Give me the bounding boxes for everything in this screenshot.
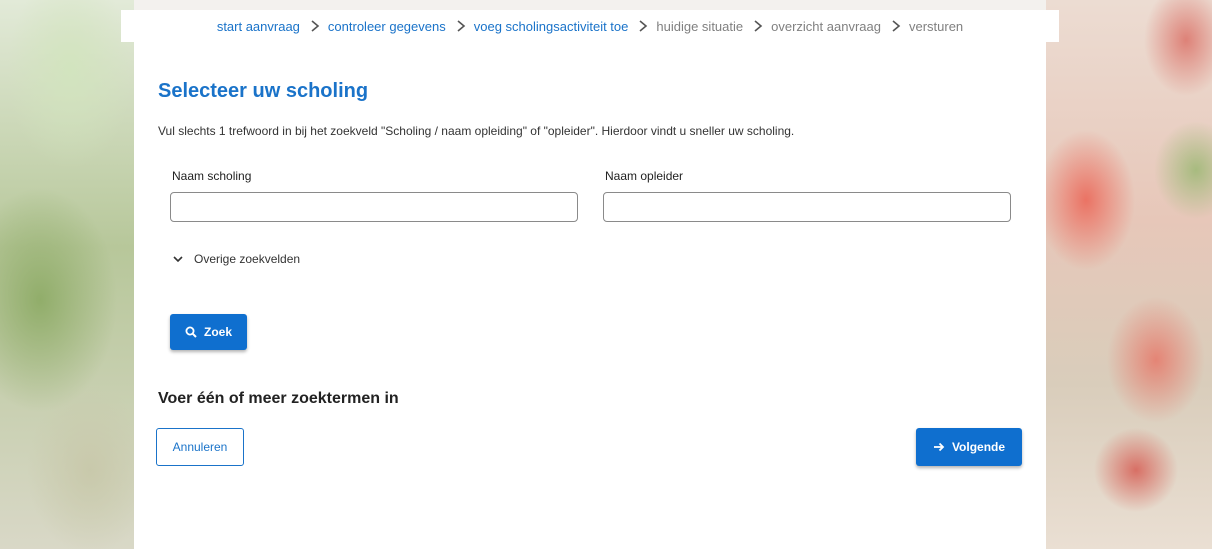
- chevron-right-icon: [457, 20, 465, 32]
- background-image-right: [1046, 0, 1212, 549]
- chevron-right-icon: [892, 20, 901, 32]
- main-panel: Selecteer uw scholing Vul slechts 1 tref…: [134, 42, 1046, 549]
- results-message: Voer één of meer zoektermen in: [158, 390, 399, 407]
- breadcrumb: start aanvraag controleer gegevens voeg …: [121, 10, 1059, 42]
- arrow-right-icon: [933, 442, 945, 452]
- breadcrumb-step-controleer-gegevens[interactable]: controleer gegevens: [300, 19, 446, 34]
- page-title: Selecteer uw scholing: [158, 80, 369, 102]
- overige-zoekvelden-label: Overige zoekvelden: [194, 252, 301, 266]
- naam-opleider-input[interactable]: [603, 192, 1011, 222]
- zoek-button-label: Zoek: [203, 325, 232, 339]
- naam-opleider-label: Naam opleider: [605, 169, 684, 183]
- search-icon: [185, 326, 197, 338]
- breadcrumb-step-overzicht-aanvraag: overzicht aanvraag: [743, 19, 881, 34]
- breadcrumb-step-huidige-situatie: huidige situatie: [628, 19, 743, 34]
- overige-zoekvelden-toggle[interactable]: Overige zoekvelden: [172, 252, 300, 266]
- instruction-text: Vul slechts 1 trefwoord in bij het zoekv…: [158, 124, 795, 138]
- chevron-down-icon: [173, 256, 183, 263]
- annuleren-button[interactable]: Annuleren: [156, 428, 244, 466]
- chevron-right-icon: [639, 20, 648, 32]
- breadcrumb-step-versturen: versturen: [881, 19, 963, 34]
- zoek-button[interactable]: Zoek: [170, 314, 247, 350]
- volgende-button-label: Volgende: [951, 440, 1006, 454]
- naam-scholing-label: Naam scholing: [172, 169, 252, 183]
- background-top-strip: [134, 0, 1046, 10]
- chevron-right-icon: [311, 20, 320, 32]
- chevron-right-icon: [754, 20, 763, 32]
- breadcrumb-step-voeg-scholingsactiviteit-toe[interactable]: voeg scholingsactiviteit toe: [446, 19, 628, 34]
- breadcrumb-step-start-aanvraag[interactable]: start aanvraag: [217, 19, 300, 34]
- background-image-left: [0, 0, 134, 549]
- naam-scholing-input[interactable]: [170, 192, 578, 222]
- volgende-button[interactable]: Volgende: [916, 428, 1022, 466]
